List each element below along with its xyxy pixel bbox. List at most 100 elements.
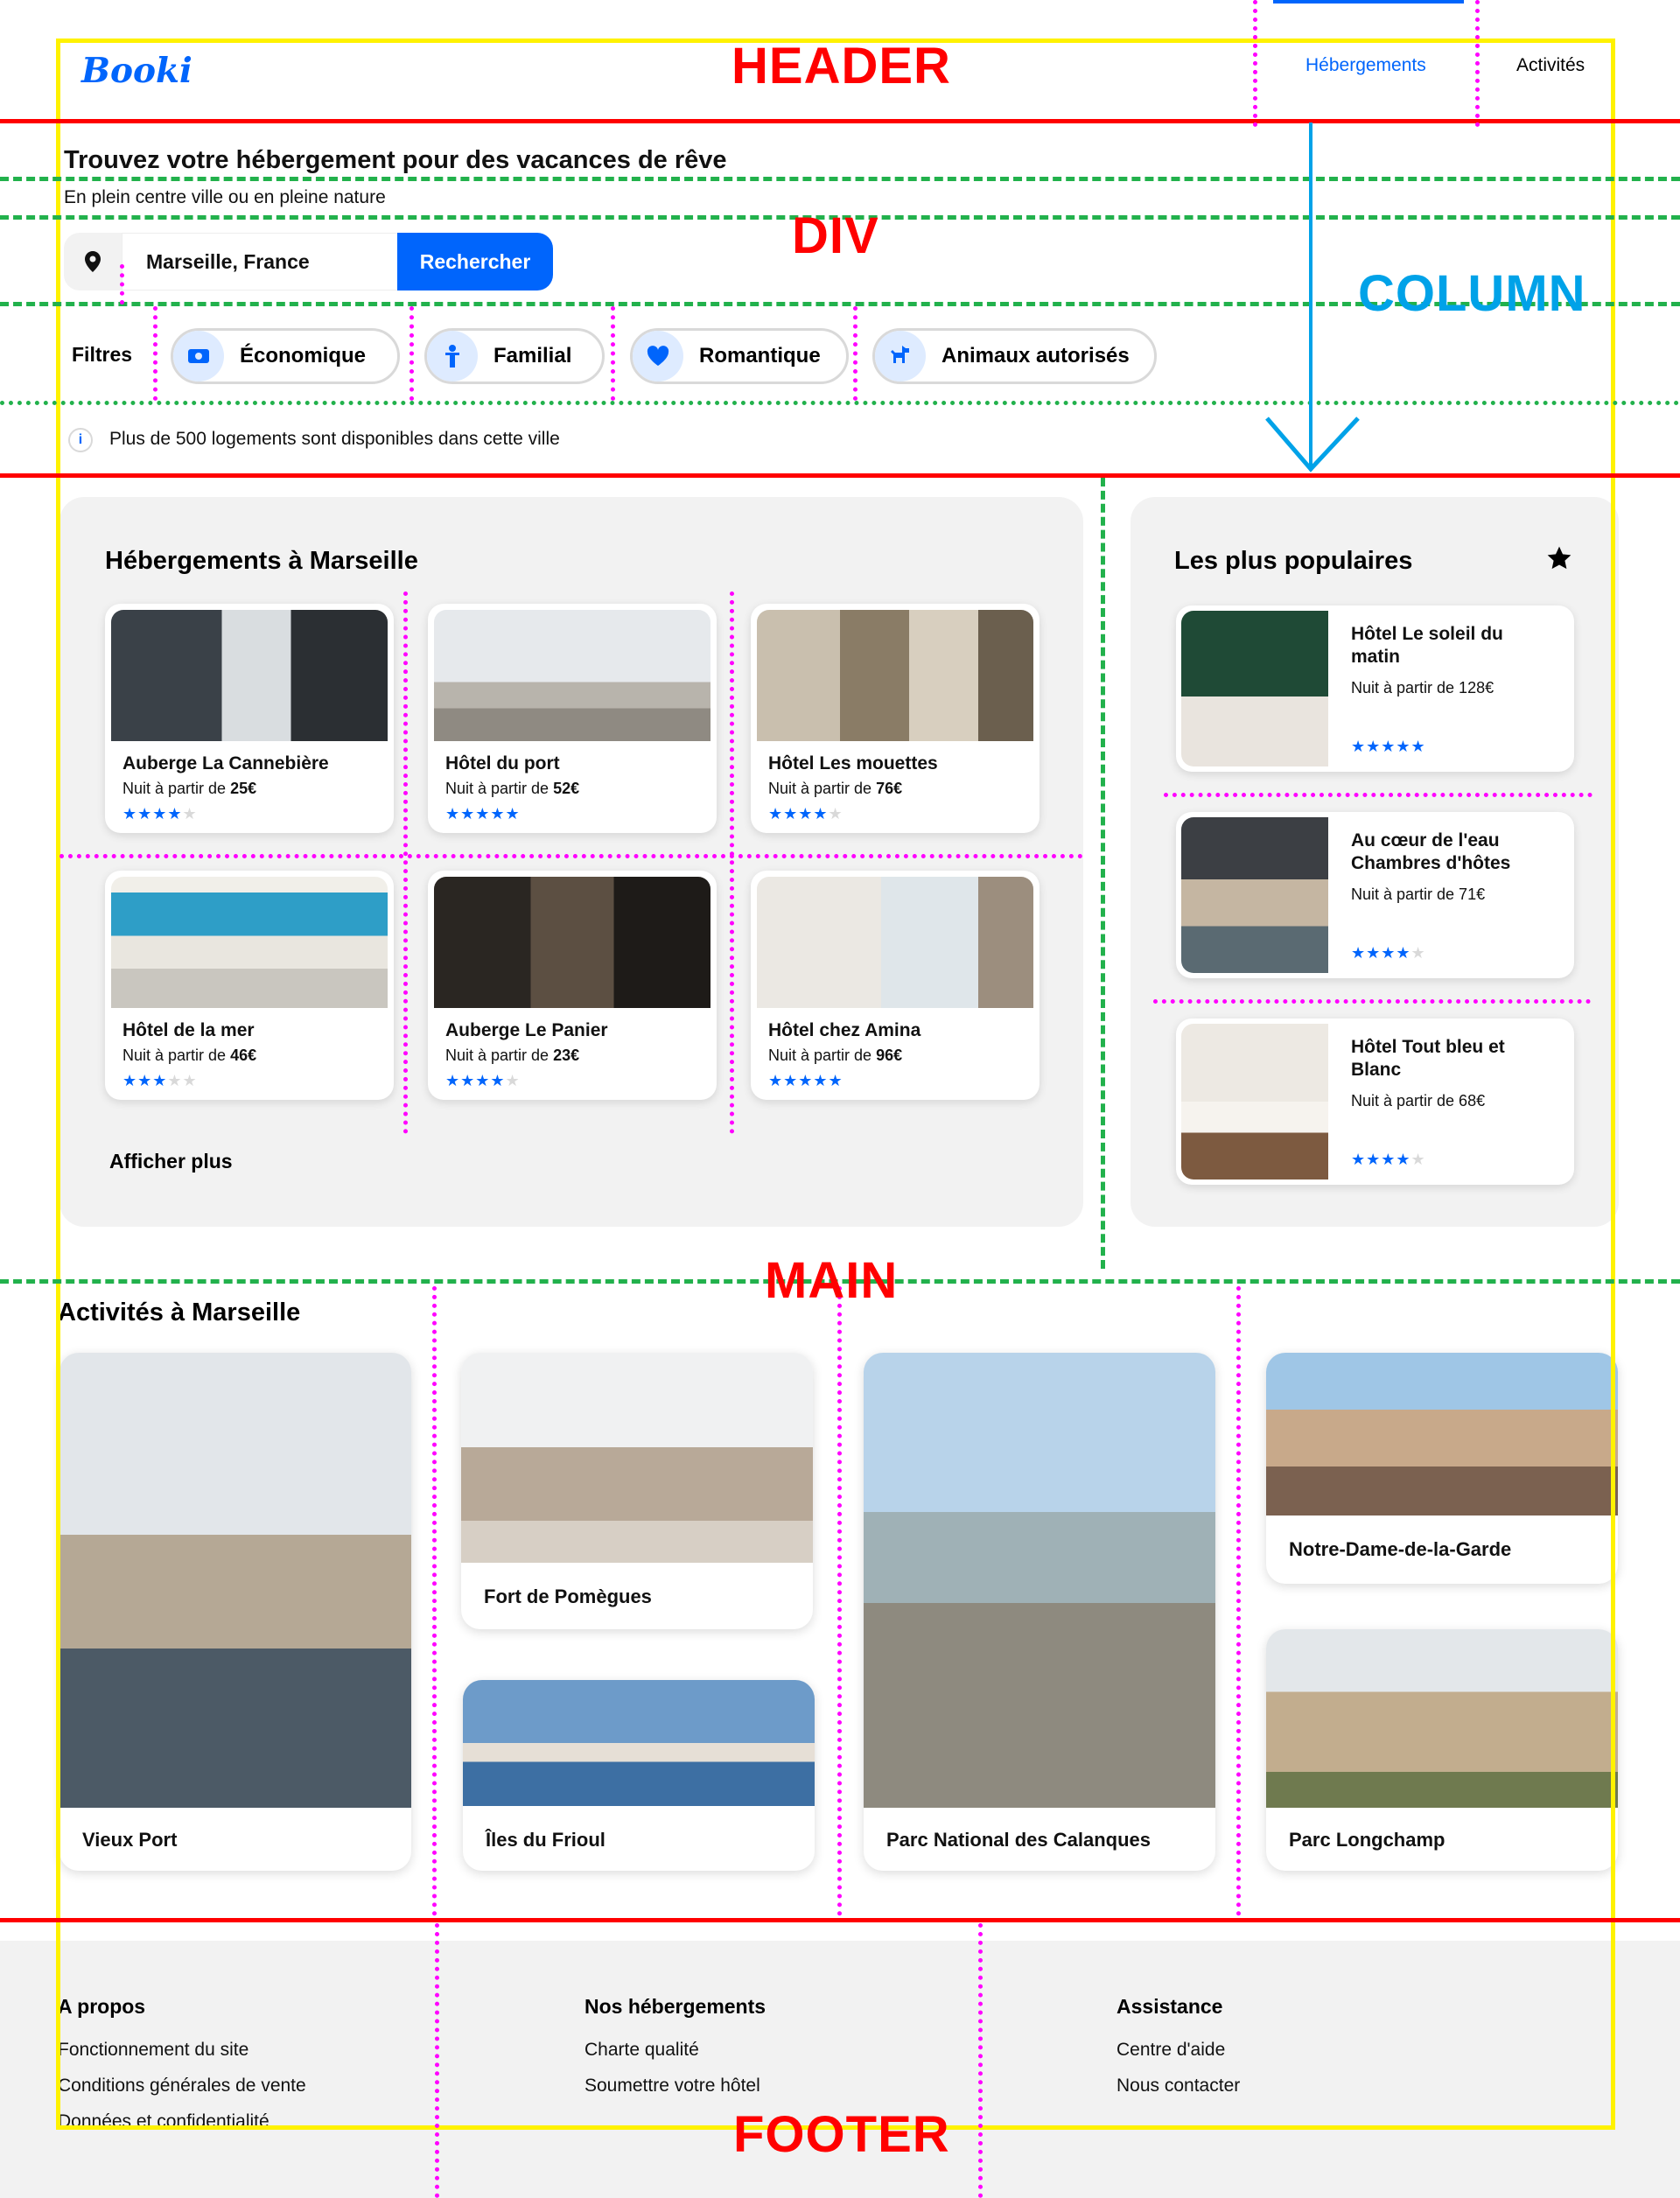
popular-card[interactable]: Hôtel Tout bleu et Blanc Nuit à partir d…: [1176, 1018, 1574, 1185]
annotation-line: [0, 302, 1680, 306]
activity-card[interactable]: Vieux Port: [60, 1353, 411, 1871]
rating-stars: ★★★★★: [1351, 944, 1426, 962]
heart-icon: [633, 331, 683, 382]
filter-label: Familial: [494, 344, 572, 368]
annotation-line: [837, 1286, 842, 1916]
search-button[interactable]: Rechercher: [397, 233, 553, 290]
accommodation-card[interactable]: Auberge La Cannebière Nuit à partir de 2…: [105, 604, 394, 833]
card-name: Auberge Le Panier: [445, 1020, 608, 1040]
active-nav-indicator: [1273, 0, 1464, 4]
activity-card[interactable]: Fort de Pomègues: [461, 1353, 813, 1629]
nav-link-hebergements[interactable]: Hébergements: [1306, 55, 1426, 76]
footer-heading: Assistance: [1116, 1995, 1223, 2018]
card-price: Nuit à partir de 46€: [122, 1046, 257, 1064]
rating-stars: ★★★★★: [122, 1072, 198, 1089]
annotation-line: [1236, 1286, 1241, 1916]
rating-stars: ★★★★★: [1351, 1151, 1426, 1168]
rating-stars: ★★★★★: [445, 1072, 521, 1089]
card-name: Hôtel du port: [445, 753, 560, 774]
child-icon: [427, 331, 478, 382]
annotation-label-div: DIV: [792, 207, 879, 264]
card-price: Nuit à partir de 96€: [768, 1046, 903, 1064]
card-image: [1266, 1629, 1618, 1808]
card-image: [111, 877, 388, 1008]
activity-card[interactable]: Parc Longchamp: [1266, 1629, 1618, 1871]
footer-column-assistance: Assistance Centre d'aide Nous contacter: [1116, 1995, 1240, 2111]
show-more-link[interactable]: Afficher plus: [109, 1150, 233, 1173]
filter-label: Économique: [240, 344, 367, 368]
popular-card[interactable]: Hôtel Le soleil du matin Nuit à partir d…: [1176, 606, 1574, 772]
card-image: [757, 610, 1033, 741]
filter-animaux[interactable]: Animaux autorisés: [872, 328, 1157, 384]
rating-stars: ★★★★★: [445, 805, 521, 822]
footer-column-hebergements: Nos hébergements Charte qualité Soumettr…: [584, 1995, 766, 2111]
info-icon: i: [68, 428, 93, 452]
card-name: Parc National des Calanques: [886, 1829, 1151, 1851]
card-image: [1266, 1353, 1618, 1516]
activity-card[interactable]: Îles du Frioul: [463, 1680, 815, 1871]
card-image: [60, 1353, 411, 1808]
card-image: [111, 610, 388, 741]
card-image: [434, 610, 710, 741]
filter-familial[interactable]: Familial: [424, 328, 605, 384]
annotation-label-column: COLUMN: [1358, 265, 1586, 322]
card-price: Nuit à partir de 76€: [768, 780, 903, 797]
card-price: Nuit à partir de 68€: [1351, 1092, 1486, 1110]
annotation-line: [1475, 0, 1480, 127]
accommodation-card[interactable]: Hôtel de la mer Nuit à partir de 46€ ★★★…: [105, 871, 394, 1100]
card-name: Parc Longchamp: [1289, 1829, 1446, 1851]
accommodation-card[interactable]: Auberge Le Panier Nuit à partir de 23€ ★…: [428, 871, 717, 1100]
accommodation-card[interactable]: Hôtel Les mouettes Nuit à partir de 76€ …: [751, 604, 1040, 833]
filter-romantique[interactable]: Romantique: [630, 328, 849, 384]
accommodation-card[interactable]: Hôtel chez Amina Nuit à partir de 96€ ★★…: [751, 871, 1040, 1100]
card-name: Au cœur de l'eau Chambres d'hôtes: [1351, 830, 1511, 873]
annotation-line: [1253, 0, 1257, 127]
card-name: Îles du Frioul: [486, 1829, 606, 1851]
dog-icon: [875, 331, 926, 382]
footer-link[interactable]: Fonctionnement du site: [58, 2040, 306, 2061]
card-name: Hôtel de la mer: [122, 1020, 255, 1040]
annotation-line: [153, 306, 158, 401]
filter-economique[interactable]: Économique: [171, 328, 400, 384]
annotation-line: [611, 306, 615, 401]
footer-column-apropos: A propos Fonctionnement du site Conditio…: [58, 1995, 306, 2147]
page-title: Trouvez votre hébergement pour des vacan…: [64, 146, 727, 174]
card-image: [434, 877, 710, 1008]
footer-link[interactable]: Conditions générales de vente: [58, 2076, 306, 2096]
footer-heading: Nos hébergements: [584, 1995, 766, 2018]
star-icon: [1545, 544, 1573, 577]
rating-stars: ★★★★★: [122, 805, 198, 822]
arrow-head-icon: [1265, 416, 1360, 472]
nav-link-activites[interactable]: Activités: [1516, 55, 1585, 76]
popular-card[interactable]: Au cœur de l'eau Chambres d'hôtes Nuit à…: [1176, 812, 1574, 978]
annotation-line: [0, 1918, 1680, 1922]
card-name: Hôtel Le soleil du matin: [1351, 624, 1503, 667]
annotation-label-main: MAIN: [765, 1252, 899, 1309]
accommodations-title: Hébergements à Marseille: [105, 547, 418, 575]
card-price: Nuit à partir de 23€: [445, 1046, 580, 1064]
column-arrow: [1309, 122, 1312, 471]
card-image: [757, 877, 1033, 1008]
accommodation-card[interactable]: Hôtel du port Nuit à partir de 52€ ★★★★★: [428, 604, 717, 833]
card-price: Nuit à partir de 52€: [445, 780, 580, 797]
activity-card[interactable]: Notre-Dame-de-la-Garde: [1266, 1353, 1618, 1584]
card-image: [463, 1680, 815, 1806]
footer-link[interactable]: Charte qualité: [584, 2040, 766, 2061]
filter-label: Animaux autorisés: [942, 344, 1130, 368]
annotation-line: [410, 306, 414, 401]
card-name: Vieux Port: [82, 1829, 178, 1851]
footer-link[interactable]: Nous contacter: [1116, 2076, 1240, 2096]
card-name: Hôtel Les mouettes: [768, 753, 938, 774]
footer-link[interactable]: Centre d'aide: [1116, 2040, 1240, 2061]
annotation-line: [0, 119, 1680, 123]
card-image: [1181, 1024, 1328, 1180]
rating-stars: ★★★★★: [768, 1072, 844, 1089]
footer-link[interactable]: Soumettre votre hôtel: [584, 2076, 766, 2096]
footer-link[interactable]: Données et confidentialité: [58, 2111, 306, 2132]
activity-card[interactable]: Parc National des Calanques: [864, 1353, 1215, 1871]
annotation-line: [0, 1279, 1680, 1284]
card-name: Notre-Dame-de-la-Garde: [1289, 1538, 1512, 1560]
rating-stars: ★★★★★: [1351, 738, 1426, 755]
annotation-line: [0, 401, 1680, 405]
logo[interactable]: Booki: [81, 51, 192, 91]
